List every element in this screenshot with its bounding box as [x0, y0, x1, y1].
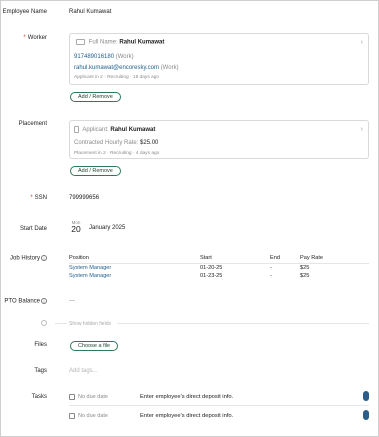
info-icon[interactable]: i — [41, 298, 47, 304]
start-date-value: January 2025 — [89, 225, 126, 231]
tasks-label: Tasks — [31, 394, 47, 400]
placement-card[interactable]: Applicant: Rahul Kumawat › Contracted Ho… — [69, 120, 369, 159]
worker-phone[interactable]: 917489016180 (Work) — [74, 54, 134, 60]
info-icon[interactable]: i — [41, 255, 47, 261]
pto-balance-value: — — [69, 298, 75, 304]
task-row: No due date Enter employee's direct depo… — [69, 390, 369, 404]
ssn-value: 799999656 — [69, 195, 100, 201]
worker-email[interactable]: rahul.kumawat@encoresky.com (Work) — [74, 65, 179, 71]
placement-status: Placement in 2 · Recruiting · 4 days ago — [74, 151, 160, 156]
pto-balance-label: PTO Balance i — [4, 298, 47, 305]
worker-card[interactable]: Full Name: Rahul Kumawat › 917489016180 … — [69, 33, 369, 85]
tags-label: Tags — [34, 368, 47, 374]
worker-add-remove-button[interactable]: Add / Remove — [70, 92, 121, 102]
worker-status: Applicant in 2 · Recruiting · 18 days ag… — [74, 75, 160, 80]
placement-add-remove-button[interactable]: Add / Remove — [70, 166, 121, 176]
document-icon — [74, 126, 79, 133]
eye-off-icon[interactable] — [41, 320, 47, 326]
placement-applicant: Applicant: Rahul Kumawat — [74, 126, 155, 133]
start-date-label: Start Date — [19, 226, 47, 232]
files-label: Files — [34, 342, 47, 348]
assignee-avatar-icon[interactable] — [363, 410, 369, 420]
table-header-row: Position Start End Pay Rate — [69, 255, 324, 261]
employee-detail-panel: Employee Name Rahul Kumawat * Worker Full… — [0, 0, 379, 437]
table-row: System Manager 01-20-25 - $25 — [69, 265, 310, 271]
choose-file-button[interactable]: Choose a file — [70, 341, 119, 351]
worker-label: * Worker — [23, 35, 47, 41]
calendar-day-icon: Mon 20 — [71, 220, 81, 234]
employee-name-label: Employee Name — [2, 9, 47, 15]
placement-label: Placement — [18, 121, 47, 127]
table-divider — [69, 263, 369, 264]
task-divider — [69, 405, 369, 406]
task-row: No due date Enter employee's direct depo… — [69, 409, 369, 423]
employee-name-value: Rahul Kumawat — [69, 9, 112, 15]
task-checkbox[interactable] — [69, 394, 75, 400]
ssn-label: * SSN — [30, 195, 47, 201]
person-card-icon — [76, 39, 85, 45]
task-checkbox[interactable] — [69, 413, 75, 419]
worker-full-name: Full Name: Rahul Kumawat — [76, 39, 164, 46]
table-row: System Manager 01-23-25 - $25 — [69, 273, 310, 279]
chevron-right-icon: › — [360, 39, 363, 46]
show-hidden-fields-link[interactable]: Show hidden fields — [69, 321, 111, 327]
divider-right — [117, 323, 369, 324]
required-marker: * — [23, 35, 26, 41]
chevron-right-icon: › — [360, 126, 363, 133]
assignee-avatar-icon[interactable] — [363, 391, 369, 401]
divider-left — [55, 323, 67, 324]
job-history-label: Job History i — [10, 255, 47, 262]
placement-rate: Contracted Hourly Rate: $25.00 — [74, 140, 159, 146]
tags-input[interactable]: Add tags... — [69, 368, 98, 374]
